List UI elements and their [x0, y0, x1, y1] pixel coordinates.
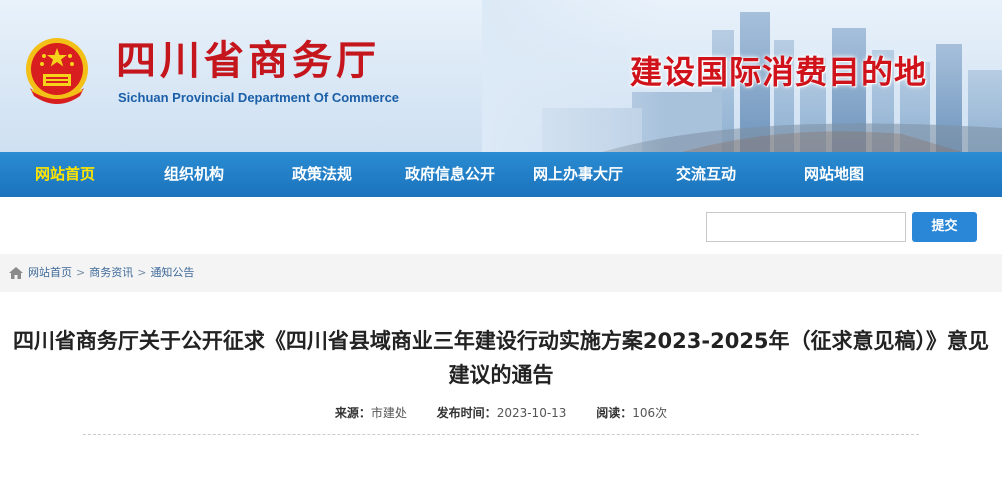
article-date: 发布时间：2023-10-13: [437, 406, 567, 420]
article-views: 阅读：106次: [596, 406, 667, 420]
breadcrumb-separator: >: [76, 266, 86, 279]
date-value: 2023-10-13: [496, 406, 567, 420]
breadcrumb-separator: >: [137, 266, 147, 279]
article-title: 四川省商务厅关于公开征求《四川省县域商业三年建设行动实施方案2023-2025年…: [12, 329, 990, 387]
main-nav: 网站首页 组织机构 政策法规 政府信息公开 网上办事大厅 交流互动 网站地图: [0, 152, 1002, 197]
meta-divider: [83, 434, 919, 435]
site-header: 四川省商务厅 Sichuan Provincial Department Of …: [0, 0, 1002, 152]
date-label: 发布时间：: [436, 406, 497, 420]
source-value: 市建处: [370, 406, 407, 420]
nav-item-home[interactable]: 网站首页: [0, 152, 130, 197]
nav-item-online-services[interactable]: 网上办事大厅: [514, 152, 642, 197]
nav-item-gov-info[interactable]: 政府信息公开: [386, 152, 514, 197]
site-subtitle: Sichuan Provincial Department Of Commerc…: [118, 90, 400, 105]
views-label: 阅读：: [596, 406, 633, 420]
views-value: 106次: [632, 406, 668, 420]
home-icon: [9, 267, 23, 279]
article-source: 来源：市建处: [335, 406, 407, 420]
breadcrumb-item-notices[interactable]: 通知公告: [150, 266, 194, 279]
national-emblem-icon: [26, 38, 88, 104]
nav-item-sitemap[interactable]: 网站地图: [770, 152, 898, 197]
article-meta: 来源：市建处 发布时间：2023-10-13 阅读：106次: [0, 404, 1002, 422]
breadcrumb: 网站首页 > 商务资讯 > 通知公告: [0, 254, 1002, 292]
breadcrumb-item-home[interactable]: 网站首页: [28, 266, 72, 279]
header-slogan: 建设国际消费目的地: [630, 53, 928, 91]
source-label: 来源：: [334, 406, 371, 420]
breadcrumb-item-news[interactable]: 商务资讯: [89, 266, 133, 279]
site-title: 四川省商务厅: [116, 37, 380, 84]
search-input[interactable]: [706, 212, 906, 242]
nav-item-organization[interactable]: 组织机构: [130, 152, 258, 197]
nav-item-interaction[interactable]: 交流互动: [642, 152, 770, 197]
nav-item-policies[interactable]: 政策法规: [258, 152, 386, 197]
search-submit-button[interactable]: 提交: [912, 212, 977, 242]
